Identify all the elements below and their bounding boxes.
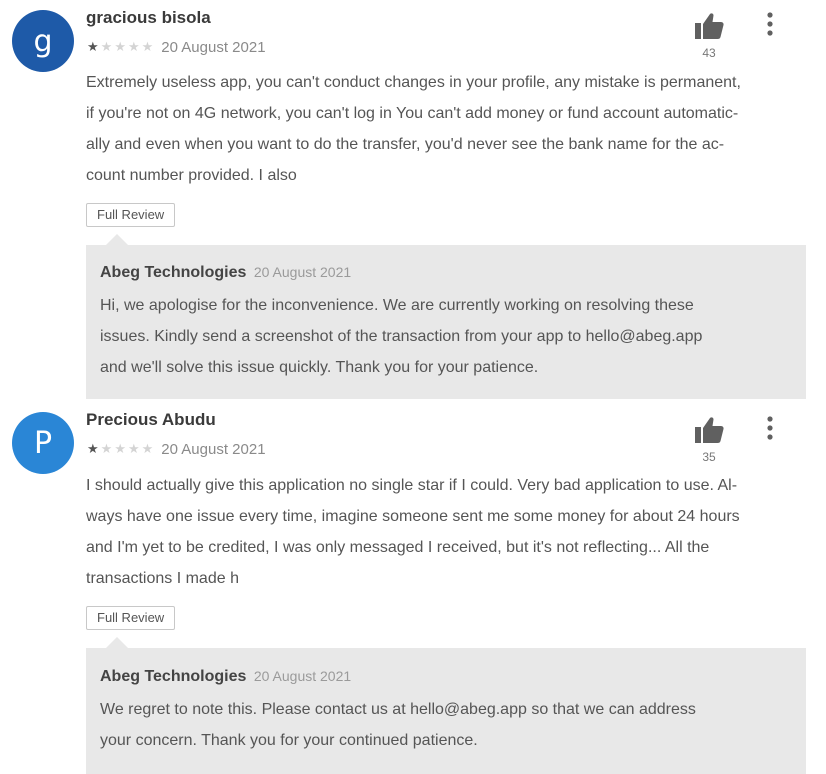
reply-pointer <box>106 637 128 648</box>
helpful-count: 43 <box>702 46 716 60</box>
review-date: 20 August 2021 <box>161 39 266 56</box>
reviewer-name: Precious Abudu <box>86 410 216 429</box>
thumbs-up-icon[interactable] <box>694 416 724 444</box>
star-empty-icon: ★ <box>127 442 140 457</box>
star-empty-icon: ★ <box>114 442 126 457</box>
avatar[interactable]: P <box>12 412 74 474</box>
reply-date: 20 August 2021 <box>253 668 352 684</box>
star-rating: ★ ★ ★ ★ ★ <box>87 443 155 456</box>
review-text-line: and I'm yet to be credited, I was only m… <box>86 539 710 556</box>
reply-text: Hi, we apologise for the inconvenience. … <box>100 290 780 383</box>
developer-reply: Abeg Technologies 20 August 2021 Hi, we … <box>86 234 806 399</box>
review-text-line: if you're not on 4G network, you can't l… <box>86 105 739 122</box>
full-review-button[interactable]: Full Review <box>86 606 176 630</box>
star-empty-icon: ★ <box>100 442 113 457</box>
review-date: 20 August 2021 <box>161 441 266 458</box>
reply-header: Abeg Technologies 20 August 2021 <box>100 668 351 686</box>
review-text: I should actually give this application … <box>86 470 806 594</box>
developer-reply: Abeg Technologies 20 August 2021 We regr… <box>86 637 806 774</box>
review-text-line: ally and even when you want to do the tr… <box>86 136 725 153</box>
star-rating: ★ ★ ★ ★ ★ <box>87 41 155 54</box>
review-text-line: count number provided. I also <box>86 167 297 184</box>
thumbs-up-icon[interactable] <box>694 12 724 40</box>
reply-author: Abeg Technologies <box>100 668 247 685</box>
avatar-letter: P <box>33 425 53 461</box>
more-options-icon[interactable] <box>760 11 780 37</box>
review-text-line: transactions I made h <box>86 570 239 587</box>
more-options-icon[interactable] <box>760 415 780 441</box>
star-empty-icon: ★ <box>141 442 154 457</box>
reply-text-line: We regret to note this. Please contact u… <box>100 701 696 718</box>
star-filled-icon: ★ <box>87 40 99 55</box>
reply-text-line: and we'll solve this issue quickly. Than… <box>100 359 539 376</box>
star-empty-icon: ★ <box>114 40 126 55</box>
helpful-count: 35 <box>702 450 716 464</box>
reviewer-name: gracious bisola <box>86 8 211 27</box>
reply-header: Abeg Technologies 20 August 2021 <box>100 264 351 282</box>
review-text-line: Extremely useless app, you can't conduct… <box>86 74 741 91</box>
rating-row: ★ ★ ★ ★ ★ 20 August 2021 <box>87 441 266 458</box>
reply-pointer <box>106 234 128 245</box>
reply-text-line: your concern. Thank you for your continu… <box>100 732 478 749</box>
avatar[interactable]: g <box>12 10 74 72</box>
review-text-line: ways have one issue every time, imagine … <box>86 508 740 525</box>
reply-text-line: issues. Kindly send a screenshot of the … <box>100 328 703 345</box>
rating-row: ★ ★ ★ ★ ★ 20 August 2021 <box>87 39 266 56</box>
reply-text: We regret to note this. Please contact u… <box>100 694 780 756</box>
reply-author: Abeg Technologies <box>100 264 247 281</box>
reply-text-line: Hi, we apologise for the inconvenience. … <box>100 297 694 314</box>
star-filled-icon: ★ <box>87 442 99 457</box>
star-empty-icon: ★ <box>127 40 140 55</box>
avatar-letter: g <box>33 23 53 59</box>
full-review-button[interactable]: Full Review <box>86 203 176 227</box>
review-text-line: I should actually give this application … <box>86 477 738 494</box>
review-text: Extremely useless app, you can't conduct… <box>86 67 806 191</box>
reply-date: 20 August 2021 <box>253 264 352 280</box>
star-empty-icon: ★ <box>100 40 113 55</box>
star-empty-icon: ★ <box>141 40 154 55</box>
